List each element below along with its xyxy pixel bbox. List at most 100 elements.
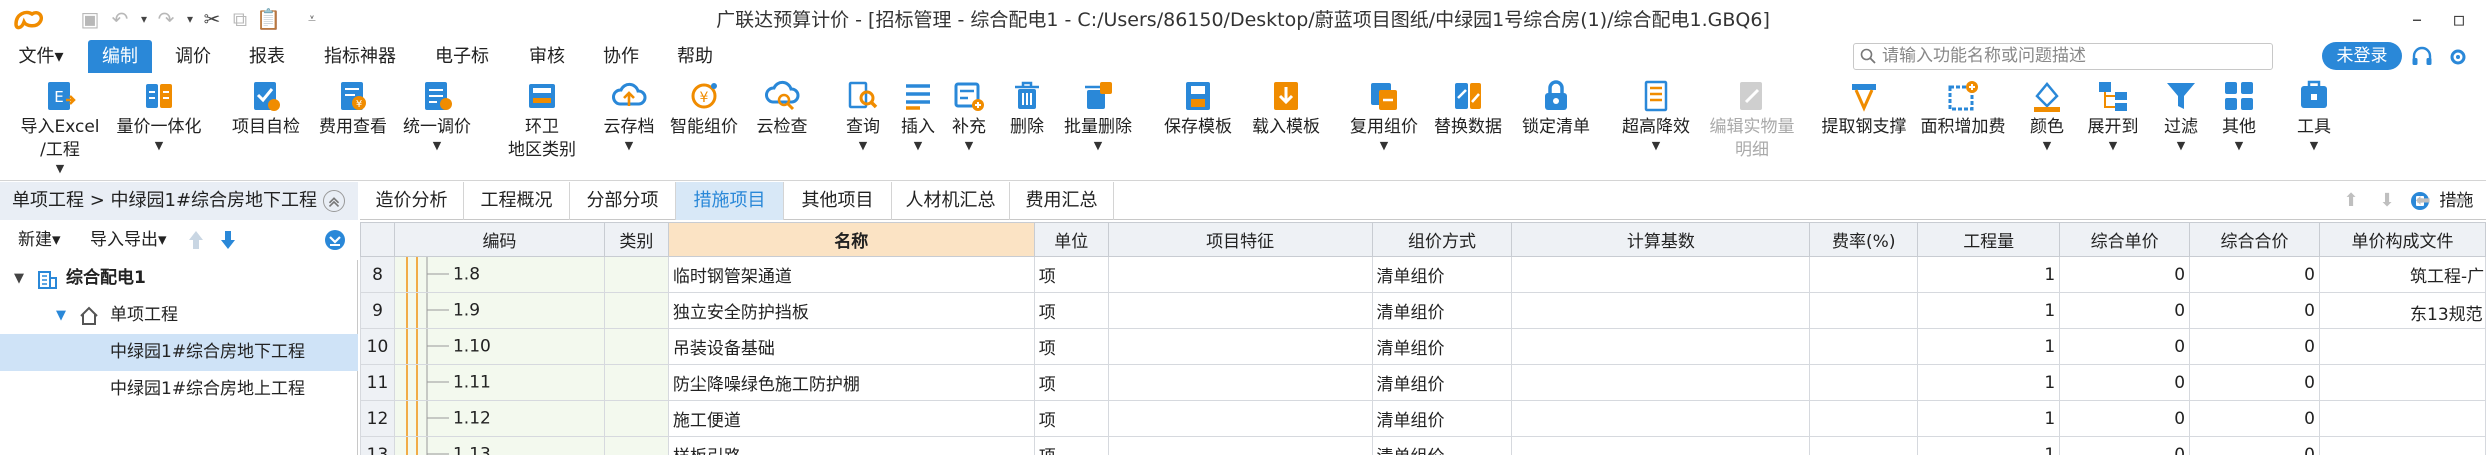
base-cell[interactable] <box>1511 436 1811 455</box>
tab-cost-analysis[interactable]: 造价分析 <box>360 182 464 220</box>
unit-header[interactable]: 单位 <box>1033 222 1109 257</box>
method-cell[interactable]: 清单组价 <box>1371 364 1513 401</box>
query-button[interactable]: 查询 ▼ <box>838 78 888 153</box>
total-price-cell[interactable]: 0 <box>2189 400 2320 437</box>
rate-cell[interactable] <box>1809 328 1919 365</box>
unified-price-button[interactable]: 统一调价 ▼ <box>398 78 476 153</box>
code-cell[interactable]: 1.12 <box>393 400 605 437</box>
minimize-button[interactable]: – <box>2400 4 2434 34</box>
move-up-row-icon[interactable]: ⬆ <box>2340 190 2362 212</box>
delete-button[interactable]: 删除 <box>1002 78 1052 139</box>
menu-help[interactable]: 帮助 <box>670 40 720 73</box>
steel-support-button[interactable]: 提取钢支撑 <box>1816 78 1912 139</box>
name-cell[interactable]: 样板引路 <box>667 436 1035 455</box>
indent-icon[interactable]: ➡ <box>2448 190 2470 212</box>
smart-price-button[interactable]: ¥ 智能组价 <box>666 78 742 139</box>
table-row[interactable]: 8 1.8 临时钢管架通道项清单组价 1 0 0 <box>360 256 2486 293</box>
quantity-price-button[interactable]: 量价一体化 ▼ <box>110 78 208 153</box>
unit-price-header[interactable]: 综合单价 <box>2059 222 2191 257</box>
tab-measure-items[interactable]: 措施项目 <box>676 182 784 220</box>
name-cell[interactable]: 施工便道 <box>667 400 1035 437</box>
method-header[interactable]: 组价方式 <box>1371 222 1513 257</box>
move-down-row-icon[interactable]: ⬇ <box>2376 190 2398 212</box>
name-header[interactable]: 名称 <box>667 222 1035 257</box>
unit-price-cell[interactable]: 0 <box>2059 292 2191 329</box>
feature-cell[interactable] <box>1107 328 1373 365</box>
table-row[interactable]: 10 1.10 吊装设备基础项清单组价 1 0 0 <box>360 328 2486 365</box>
total-price-cell[interactable]: 0 <box>2189 256 2320 293</box>
method-cell[interactable]: 清单组价 <box>1371 400 1513 437</box>
unit-price-cell[interactable]: 0 <box>2059 364 2191 401</box>
feature-cell[interactable] <box>1107 436 1373 455</box>
kind-cell[interactable] <box>603 256 669 293</box>
feature-cell[interactable] <box>1107 292 1373 329</box>
tree-node[interactable]: ▼ 综合配电1 <box>0 260 358 297</box>
unit-price-cell[interactable]: 0 <box>2059 436 2191 455</box>
base-cell[interactable] <box>1511 364 1811 401</box>
menu-edit[interactable]: 编制 <box>88 40 152 73</box>
import-excel-button[interactable]: E 导入Excel/工程 ▼ <box>12 78 108 176</box>
expand-toggle-icon[interactable]: ▼ <box>56 297 66 334</box>
rate-header[interactable]: 费率(%) <box>1809 222 1919 257</box>
qty-cell[interactable]: 1 <box>1917 328 2061 365</box>
tree-node[interactable]: 中绿园1#综合房地上工程 <box>0 371 358 408</box>
load-template-button[interactable]: 载入模板 <box>1246 78 1326 139</box>
kind-cell[interactable] <box>603 292 669 329</box>
kind-cell[interactable] <box>603 328 669 365</box>
tab-labor-material[interactable]: 人材机汇总 <box>892 182 1010 220</box>
collapse-panel-icon[interactable] <box>323 190 345 212</box>
height-efficiency-button[interactable]: 超高降效 ▼ <box>1616 78 1696 153</box>
code-cell[interactable]: 1.10 <box>393 328 605 365</box>
unit-cell[interactable]: 项 <box>1033 400 1109 437</box>
qty-cell[interactable]: 1 <box>1917 364 2061 401</box>
tree-node[interactable]: 中绿园1#综合房地下工程 <box>0 334 358 371</box>
name-cell[interactable]: 防尘降噪绿色施工防护棚 <box>667 364 1035 401</box>
table-row[interactable]: 131.13样板引路项清单组价100 <box>360 436 2486 455</box>
filter-button[interactable]: 过滤 ▼ <box>2156 78 2206 153</box>
save-template-button[interactable]: 保存模板 <box>1158 78 1238 139</box>
unit-cell[interactable]: 项 <box>1033 328 1109 365</box>
lock-list-button[interactable]: 锁定清单 <box>1516 78 1596 139</box>
menu-ebid[interactable]: 电子标 <box>428 40 496 73</box>
qty-cell[interactable]: 1 <box>1917 292 2061 329</box>
supplement-button[interactable]: 补充 ▼ <box>946 78 992 153</box>
expand-down-icon[interactable] <box>324 229 346 251</box>
method-cell[interactable]: 清单组价 <box>1371 436 1513 455</box>
table-row[interactable]: 9 1.9 独立安全防护挡板项清单组价 1 0 0 <box>360 292 2486 329</box>
import-export-button[interactable]: 导入导出▾ <box>90 220 167 260</box>
total-price-cell[interactable]: 0 <box>2189 364 2320 401</box>
tab-other-items[interactable]: 其他项目 <box>784 182 892 220</box>
menu-file[interactable]: 文件▾ <box>12 40 70 73</box>
rate-cell[interactable] <box>1809 292 1919 329</box>
tab-sub-items[interactable]: 分部分项 <box>570 182 676 220</box>
base-header[interactable]: 计算基数 <box>1511 222 1811 257</box>
unit-cell[interactable]: 项 <box>1033 256 1109 293</box>
menu-review[interactable]: 审核 <box>522 40 572 73</box>
price-file-cell[interactable] <box>2318 400 2486 437</box>
total-price-header[interactable]: 综合合价 <box>2189 222 2320 257</box>
qty-cell[interactable]: 1 <box>1917 256 2061 293</box>
outdent-icon[interactable]: ⬅ <box>2412 190 2434 212</box>
feature-header[interactable]: 项目特征 <box>1107 222 1373 257</box>
code-cell[interactable]: 1.13 <box>393 436 605 455</box>
expand-toggle-icon[interactable]: ▼ <box>14 260 24 297</box>
price-file-cell[interactable] <box>2318 256 2486 293</box>
feature-cell[interactable] <box>1107 256 1373 293</box>
menu-report[interactable]: 报表 <box>242 40 292 73</box>
price-file-cell[interactable] <box>2318 292 2486 329</box>
name-cell[interactable]: 独立安全防护挡板 <box>667 292 1035 329</box>
batch-delete-button[interactable]: 批量删除 ▼ <box>1056 78 1140 153</box>
menu-index[interactable]: 指标神器 <box>320 40 400 73</box>
method-cell[interactable]: 清单组价 <box>1371 328 1513 365</box>
qty-cell[interactable]: 1 <box>1917 436 2061 455</box>
color-button[interactable]: 颜色 ▼ <box>2026 78 2068 153</box>
qty-cell[interactable]: 1 <box>1917 400 2061 437</box>
kind-cell[interactable] <box>603 364 669 401</box>
unit-cell[interactable]: 项 <box>1033 292 1109 329</box>
kind-header[interactable]: 类别 <box>603 222 669 257</box>
feature-cell[interactable] <box>1107 400 1373 437</box>
table-row[interactable]: 12 1.12 施工便道项清单组价 1 0 0 <box>360 400 2486 437</box>
replace-data-button[interactable]: 替换数据 <box>1428 78 1508 139</box>
price-file-cell[interactable] <box>2318 328 2486 365</box>
reuse-price-button[interactable]: 复用组价 ▼ <box>1346 78 1422 153</box>
